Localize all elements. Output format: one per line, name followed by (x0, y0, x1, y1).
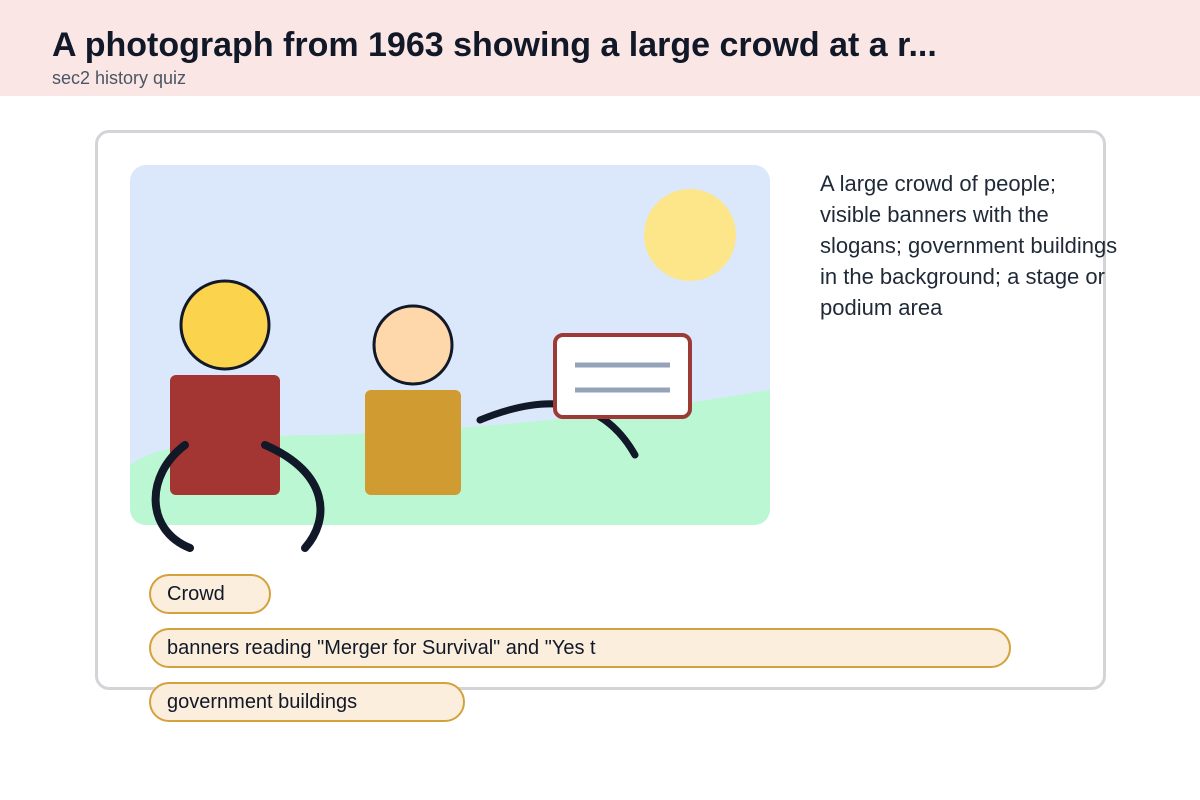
sun (644, 189, 736, 281)
person-2-head (372, 304, 454, 386)
scene-description: A large crowd of people; visible banners… (820, 171, 1118, 320)
person-2-body (365, 390, 461, 495)
tag-government-buildings[interactable]: government buildings (149, 682, 465, 722)
page-subtitle: sec2 history quiz (52, 68, 187, 88)
tag-banners[interactable]: banners reading "Merger for Survival" an… (149, 628, 1011, 668)
person-1-body (170, 375, 280, 495)
page-title: A photograph from 1963 showing a large c… (52, 26, 937, 64)
crowd-illustration (130, 165, 770, 552)
header-bar: A photograph from 1963 showing a large c… (0, 0, 1200, 96)
banner-sign (553, 333, 692, 419)
person-1-head (179, 279, 271, 371)
tag-crowd[interactable]: Crowd (149, 574, 271, 614)
